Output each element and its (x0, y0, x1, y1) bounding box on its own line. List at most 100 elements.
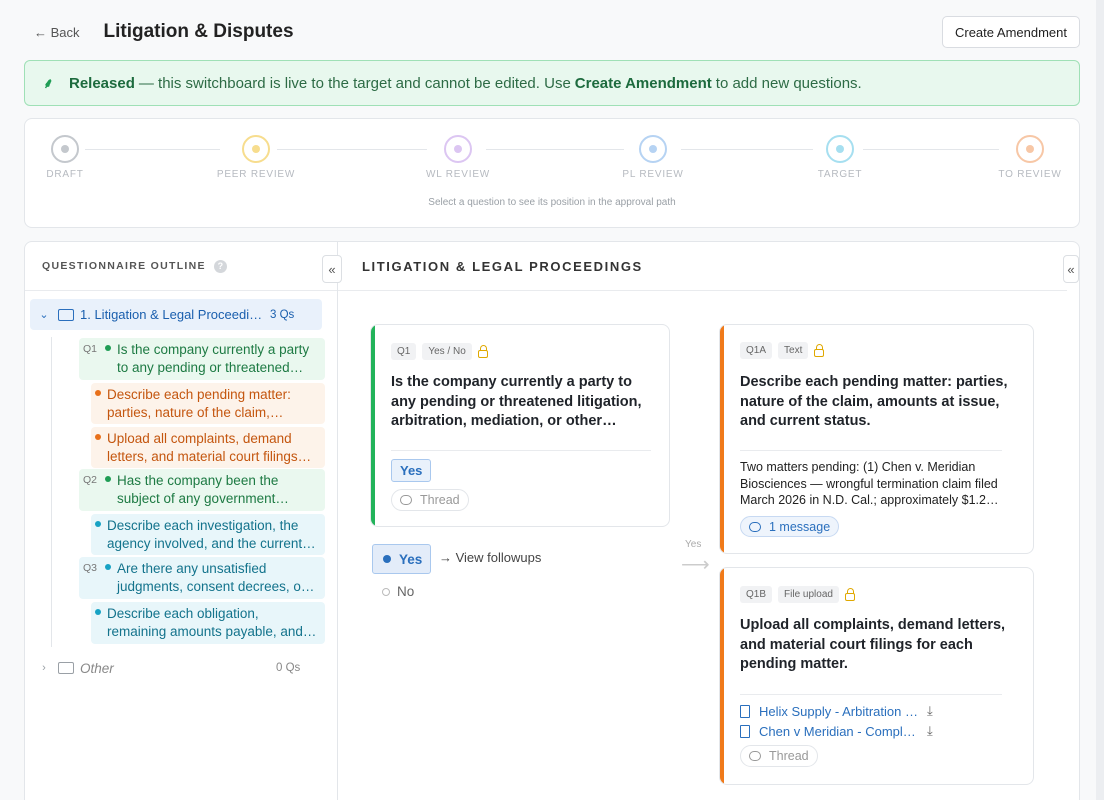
answer-row: Yes (391, 459, 432, 482)
section-name: Other (80, 660, 114, 676)
step-peer-review[interactable]: PEER REVIEW (216, 135, 296, 180)
status-dot (105, 564, 111, 570)
outline-item-text: Upload all complaints, demand letters, a… (107, 431, 298, 464)
step-connector (681, 149, 813, 150)
file-icon (740, 724, 750, 738)
chevron-right-icon[interactable]: › (30, 662, 58, 674)
page-scrollbar[interactable] (1096, 0, 1104, 800)
step-wl-review[interactable]: WL REVIEW (418, 135, 498, 180)
card-divider (740, 450, 1002, 451)
file-list: Helix Supply - Arbitration Demand.pdf ⤓ … (740, 701, 933, 741)
status-dot (105, 345, 111, 351)
card-accent (720, 568, 724, 784)
banner-text: — this switchboard is live to the target… (138, 74, 571, 92)
main-panel: QUESTIONNAIRE OUTLINE ? ⌄ 1. Litigation … (24, 241, 1080, 800)
question-card-q1a[interactable]: Q1A Text Describe each pending matter: p… (719, 324, 1034, 554)
collapse-canvas-button[interactable]: « (1063, 255, 1079, 283)
banner-status: Released (69, 74, 135, 92)
outline-item-text: Describe each pending matter: parties, n… (107, 387, 291, 420)
step-target[interactable]: TARGET (800, 135, 880, 180)
branch-option-yes[interactable]: Yes (372, 544, 431, 574)
outline-item-text: Has the company been the subject of any … (117, 473, 279, 506)
step-to-review[interactable]: TO REVIEW (990, 135, 1070, 180)
question-card-q1[interactable]: Q1 Yes / No Is the company currently a p… (370, 324, 670, 527)
file-row[interactable]: Helix Supply - Arbitration Demand.pdf ⤓ (740, 701, 933, 721)
question-canvas: LITIGATION & LEGAL PROCEEDINGS Q1 Yes / … (338, 242, 1067, 800)
banner-text-after: to add new questions. (715, 74, 862, 92)
outline-item-text: Describe each investigation, the agency … (107, 518, 303, 551)
step-draft[interactable]: DRAFT (25, 135, 105, 180)
step-connector (486, 149, 624, 150)
outline-heading: QUESTIONNAIRE OUTLINE ? (25, 242, 337, 291)
messages-button[interactable]: 1 message (740, 516, 840, 537)
status-dot (105, 476, 111, 482)
answer-text: Two matters pending: (1) Chen v. Meridia… (740, 460, 998, 507)
create-amendment-button[interactable]: Create Amendment (941, 16, 1080, 48)
lock-icon (814, 343, 825, 357)
section-litigation[interactable]: ⌄ 1. Litigation & Legal Proceedings 3 Qs (30, 299, 322, 330)
outline-item-text: Is the company currently a party to any … (117, 342, 310, 375)
step-connector (277, 149, 427, 150)
thread-row: Thread (391, 489, 469, 511)
card-meta: Q1B File upload (740, 586, 855, 603)
file-name[interactable]: Helix Supply - Arbitration Demand.pdf (759, 704, 919, 719)
radio-unselected-icon (382, 587, 390, 596)
tree-guide (51, 337, 52, 647)
question-text: Upload all complaints, demand letters, a… (740, 617, 1006, 672)
question-number: Q1 (83, 343, 98, 355)
outline-item-text: Are there any unsatisfied judgments, con… (117, 561, 306, 594)
chat-bubble-icon (400, 495, 412, 505)
outline-item[interactable]: Describe each pending matter: parties, n… (91, 383, 325, 424)
view-followups-link[interactable]: → View followups (439, 550, 541, 565)
thread-row: Thread (740, 745, 818, 767)
question-text: Describe each pending matter: parties, n… (740, 374, 1008, 429)
folder-icon (58, 308, 74, 321)
help-icon[interactable]: ? (213, 259, 227, 273)
answer-value: Yes (391, 459, 432, 482)
file-row[interactable]: Chen v Meridian - Complaint.pdf ⤓ (740, 721, 933, 741)
chevron-down-icon[interactable]: ⌄ (30, 308, 58, 321)
thread-button[interactable]: Thread (740, 745, 818, 767)
question-type-chip: Yes / No (422, 343, 472, 360)
outline-item[interactable]: Q2 Has the company been the subject of a… (79, 469, 325, 511)
question-text: Is the company currently a party to any … (391, 374, 642, 429)
lock-icon (477, 344, 488, 358)
banner-create-amendment-link[interactable]: Create Amendment (575, 75, 712, 92)
question-number-chip: Q1A (740, 342, 773, 359)
outline-item[interactable]: Q1 Is the company currently a party to a… (79, 338, 325, 380)
step-dot (51, 135, 79, 163)
back-link[interactable]: ← Back (24, 25, 90, 40)
outline-item[interactable]: Describe each obligation, remaining amou… (91, 602, 325, 644)
question-number: Q3 (83, 562, 98, 574)
section-other[interactable]: › Other 0 Qs (30, 655, 322, 681)
card-divider (391, 450, 651, 451)
edge-label: Yes (685, 539, 702, 550)
outline-item[interactable]: Describe each investigation, the agency … (91, 514, 325, 555)
question-card-q1b[interactable]: Q1B File upload Upload all complaints, d… (719, 567, 1034, 785)
step-label: TO REVIEW (998, 169, 1062, 180)
section-heading: LITIGATION & LEGAL PROCEEDINGS (338, 242, 1067, 291)
question-number-chip: Q1 (391, 343, 417, 360)
folder-icon (58, 662, 74, 674)
section-count: 0 Qs (276, 662, 301, 674)
file-name[interactable]: Chen v Meridian - Complaint.pdf (759, 724, 919, 739)
status-dot (95, 434, 101, 440)
outline-title: QUESTIONNAIRE OUTLINE (42, 260, 206, 272)
outline-item[interactable]: Q3 Are there any unsatisfied judgments, … (79, 557, 325, 599)
thread-label: Thread (420, 493, 460, 507)
card-accent (720, 325, 724, 553)
step-dot (444, 135, 472, 163)
outline-item[interactable]: Upload all complaints, demand letters, a… (91, 427, 325, 468)
status-dot (95, 390, 101, 396)
lock-icon (844, 587, 855, 601)
question-number: Q2 (83, 474, 98, 486)
branch-option-no[interactable]: No (382, 584, 414, 599)
step-dot (826, 135, 854, 163)
download-icon[interactable]: ⤓ (927, 703, 933, 719)
branch-option-label: Yes (399, 551, 423, 567)
step-pl-review[interactable]: PL REVIEW (613, 135, 693, 180)
questionnaire-outline: QUESTIONNAIRE OUTLINE ? ⌄ 1. Litigation … (25, 242, 338, 800)
thread-button[interactable]: Thread (391, 489, 469, 511)
thread-label: Thread (769, 749, 809, 763)
download-icon[interactable]: ⤓ (927, 723, 933, 739)
